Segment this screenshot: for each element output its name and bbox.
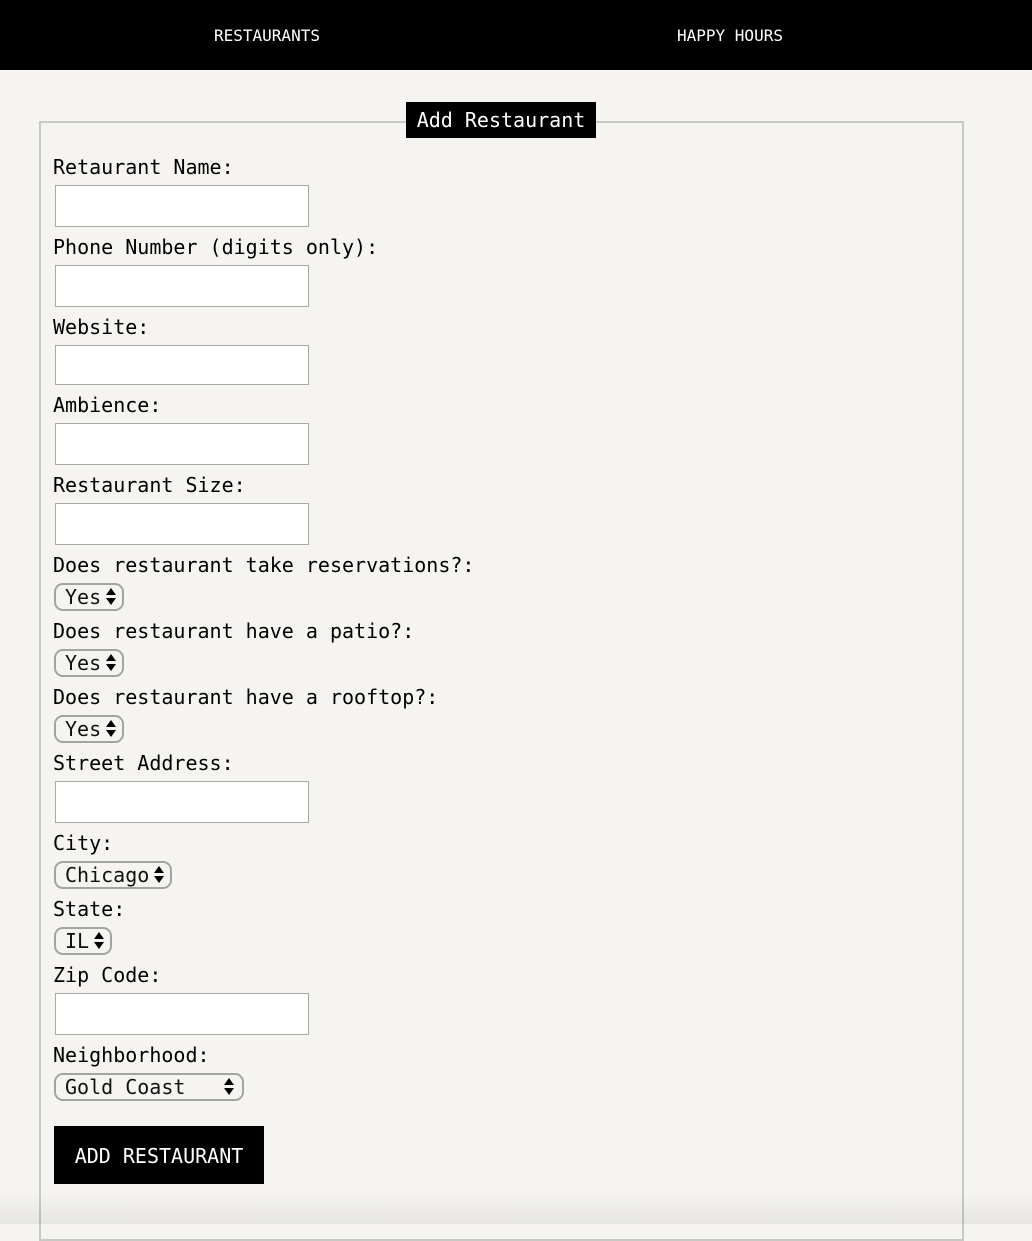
- state-label: State:: [53, 897, 126, 921]
- nav-restaurants-link[interactable]: RESTAURANTS: [214, 0, 320, 70]
- city-select-value: Chicago: [65, 863, 150, 887]
- reservations-label: Does restaurant take reservations?:: [53, 553, 475, 577]
- restaurant-name-input[interactable]: [55, 185, 309, 227]
- restaurant-name-label: Retaurant Name:: [53, 155, 234, 179]
- ambience-input[interactable]: [55, 423, 309, 465]
- street-address-input[interactable]: [55, 781, 309, 823]
- rooftop-select[interactable]: Yes: [54, 715, 124, 743]
- bottom-shade: [0, 1190, 1032, 1224]
- add-restaurant-button[interactable]: ADD RESTAURANT: [54, 1126, 264, 1184]
- street-address-label: Street Address:: [53, 751, 234, 775]
- reservations-select-value: Yes: [65, 585, 102, 609]
- rooftop-label: Does restaurant have a rooftop?:: [53, 685, 439, 709]
- phone-input[interactable]: [55, 265, 309, 307]
- restaurant-size-label: Restaurant Size:: [53, 473, 246, 497]
- patio-select-value: Yes: [65, 651, 102, 675]
- website-input[interactable]: [55, 345, 309, 385]
- select-arrows-icon: [94, 931, 104, 951]
- website-label: Website:: [53, 315, 150, 339]
- form-legend: Add Restaurant: [406, 102, 596, 138]
- select-arrows-icon: [106, 653, 116, 673]
- phone-label: Phone Number (digits only):: [53, 235, 379, 259]
- city-label: City:: [53, 831, 114, 855]
- select-arrows-icon: [154, 865, 164, 885]
- neighborhood-select[interactable]: Gold Coast: [54, 1073, 244, 1101]
- patio-select[interactable]: Yes: [54, 649, 124, 677]
- zip-code-input[interactable]: [55, 993, 309, 1035]
- state-select-value: IL: [65, 929, 90, 953]
- select-arrows-icon: [106, 719, 116, 739]
- ambience-label: Ambience:: [53, 393, 162, 417]
- select-arrows-icon: [106, 587, 116, 607]
- restaurant-size-input[interactable]: [55, 503, 309, 545]
- nav-happy-hours-link[interactable]: HAPPY HOURS: [677, 0, 783, 70]
- top-navbar: RESTAURANTS HAPPY HOURS: [0, 0, 1032, 70]
- neighborhood-select-value: Gold Coast: [65, 1075, 186, 1099]
- patio-label: Does restaurant have a patio?:: [53, 619, 415, 643]
- neighborhood-label: Neighborhood:: [53, 1043, 210, 1067]
- rooftop-select-value: Yes: [65, 717, 102, 741]
- reservations-select[interactable]: Yes: [54, 583, 124, 611]
- city-select[interactable]: Chicago: [54, 861, 172, 889]
- state-select[interactable]: IL: [54, 927, 112, 955]
- select-arrows-icon: [224, 1077, 234, 1097]
- zip-code-label: Zip Code:: [53, 963, 162, 987]
